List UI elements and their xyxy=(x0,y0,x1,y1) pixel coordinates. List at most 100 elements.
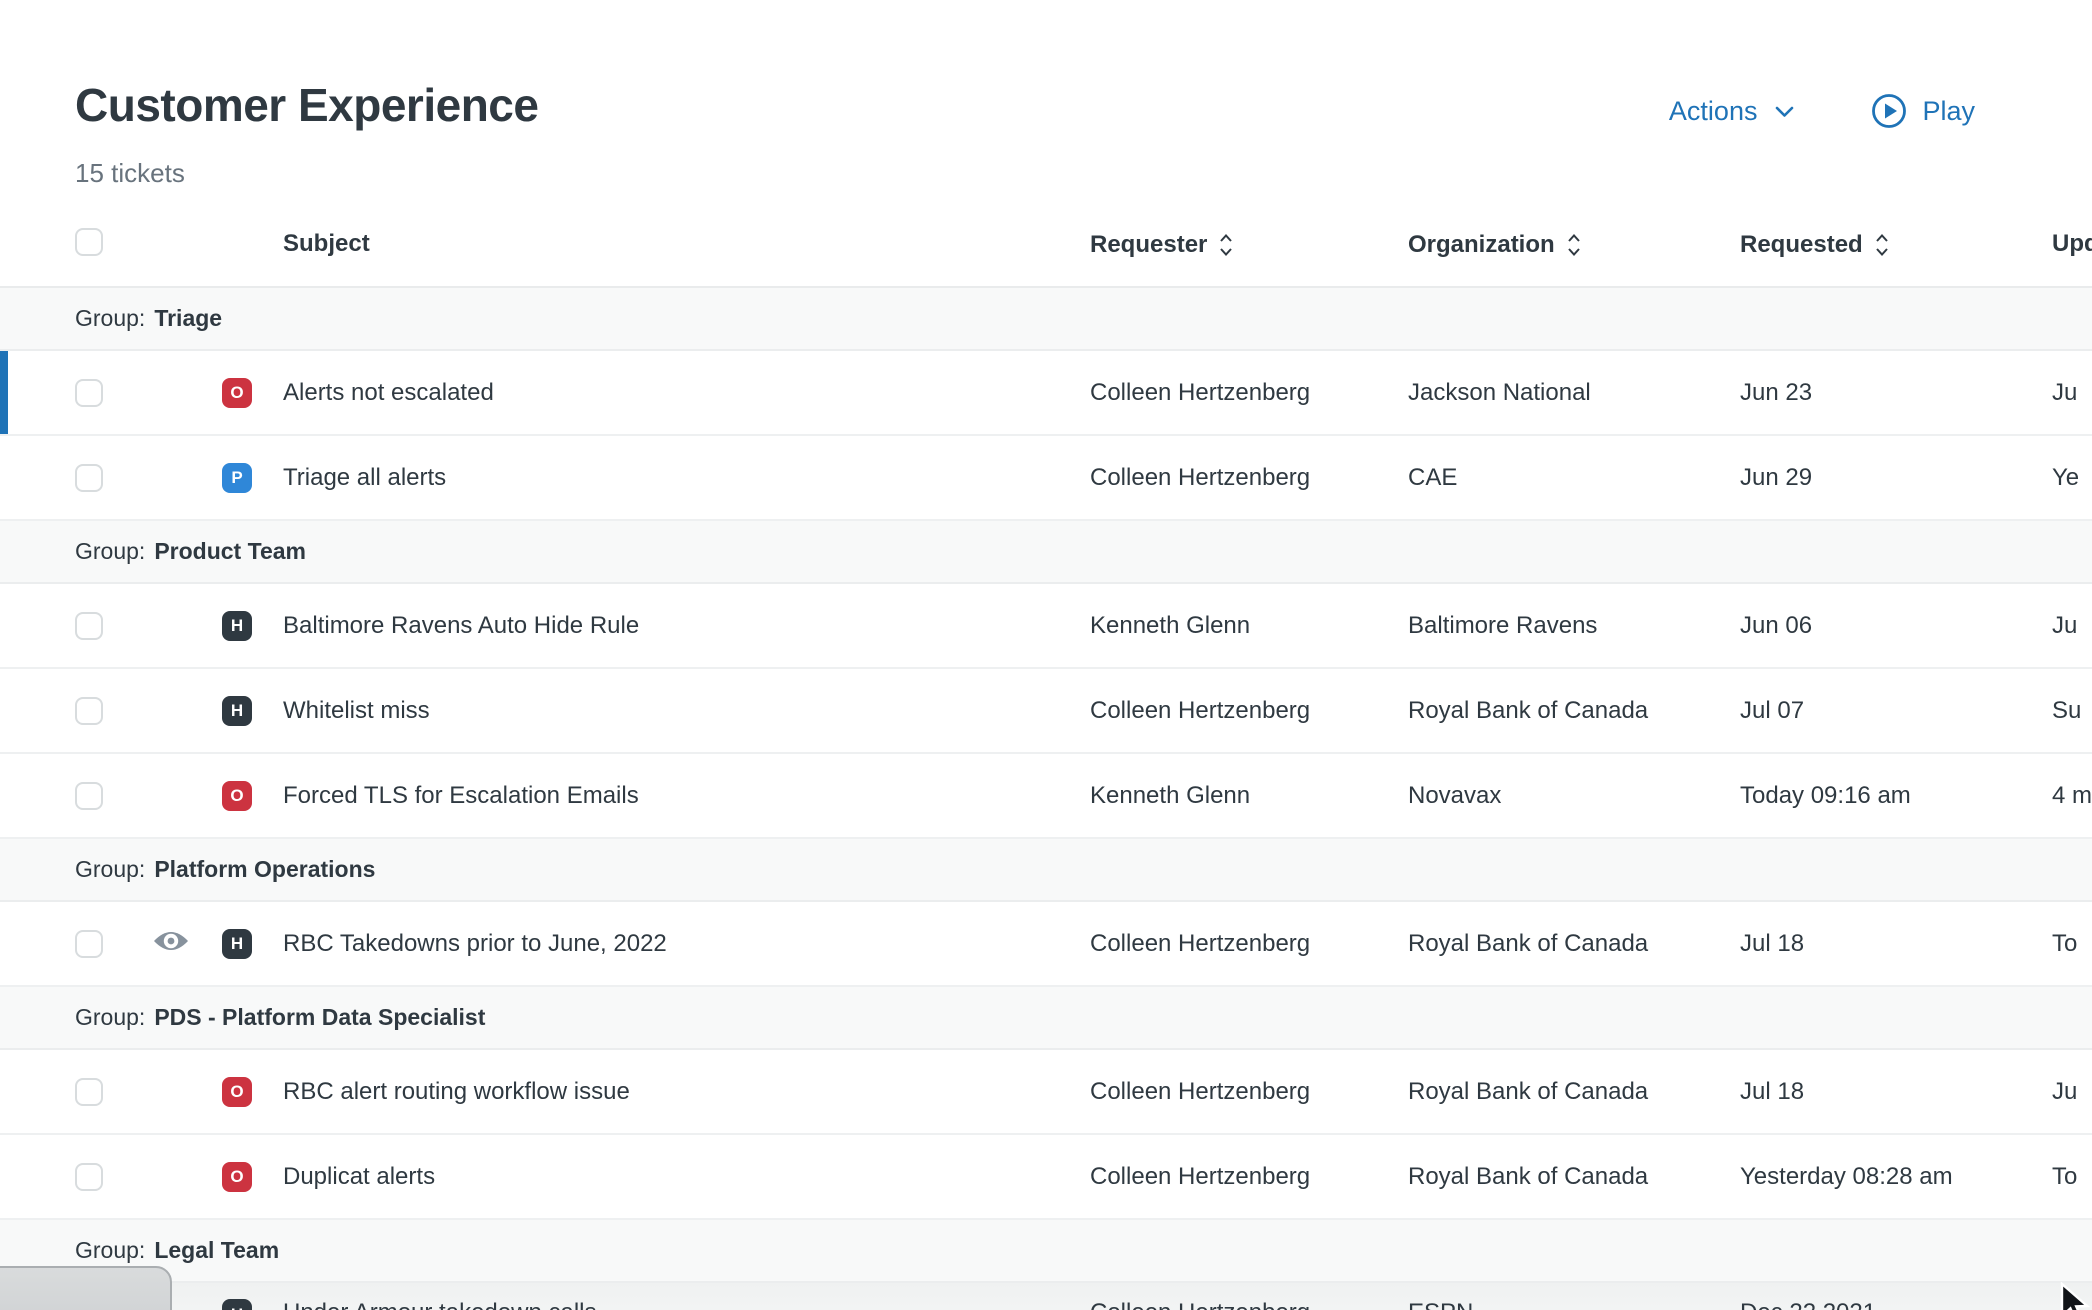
ticket-subject[interactable]: Baltimore Ravens Auto Hide Rule xyxy=(252,612,1090,640)
row-checkbox[interactable] xyxy=(75,1078,103,1106)
sort-icon xyxy=(1565,230,1583,260)
row-checkbox[interactable] xyxy=(75,612,103,640)
organization-cell: Royal Bank of Canada xyxy=(1408,930,1740,958)
organization-cell: ESPN xyxy=(1408,1299,1740,1310)
ticket-subject[interactable]: RBC Takedowns prior to June, 2022 xyxy=(252,930,1090,958)
requested-cell: Jun 29 xyxy=(1740,464,2052,492)
group-name: Product Team xyxy=(154,538,306,565)
play-button[interactable]: Play xyxy=(1870,92,1975,130)
group-row: Group: Triage xyxy=(0,288,2092,351)
ticket-row[interactable]: O RBC alert routing workflow issue Colle… xyxy=(0,1050,2092,1135)
requester-cell: Colleen Hertzenberg xyxy=(1090,1299,1408,1310)
group-row: Group: Product Team xyxy=(0,521,2092,584)
column-header-subject: Subject xyxy=(252,230,1090,258)
requested-cell: Jun 23 xyxy=(1740,379,2052,407)
ticket-subject[interactable]: Duplicat alerts xyxy=(252,1163,1090,1191)
requester-cell: Colleen Hertzenberg xyxy=(1090,697,1408,725)
ticket-row[interactable]: O Alerts not escalated Colleen Hertzenbe… xyxy=(0,351,2092,436)
requested-cell: Jul 18 xyxy=(1740,1078,2052,1106)
updated-cell: Ju xyxy=(2052,379,2092,407)
row-checkbox[interactable] xyxy=(75,697,103,725)
updated-cell: Ju xyxy=(2052,1078,2092,1106)
ticket-row[interactable]: O Duplicat alerts Colleen Hertzenberg Ro… xyxy=(0,1135,2092,1220)
sort-icon xyxy=(1873,230,1891,260)
requested-cell: Today 09:16 am xyxy=(1740,782,2052,810)
updated-cell: Ju xyxy=(2052,612,2092,640)
group-row: Group: Platform Operations xyxy=(0,839,2092,902)
requester-cell: Colleen Hertzenberg xyxy=(1090,1163,1408,1191)
ticket-row[interactable]: H Baltimore Ravens Auto Hide Rule Kennet… xyxy=(0,584,2092,669)
organization-cell: Jackson National xyxy=(1408,379,1740,407)
status-badge-open: O xyxy=(222,378,252,408)
organization-cell: Royal Bank of Canada xyxy=(1408,697,1740,725)
requested-cell: Yesterday 08:28 am xyxy=(1740,1163,2052,1191)
organization-cell: CAE xyxy=(1408,464,1740,492)
group-name: Platform Operations xyxy=(154,856,375,883)
column-header-organization[interactable]: Organization xyxy=(1408,230,1740,260)
ticket-row[interactable]: P Triage all alerts Colleen Hertzenberg … xyxy=(0,436,2092,521)
updated-cell: Ye xyxy=(2052,464,2092,492)
group-name: Legal Team xyxy=(154,1237,279,1264)
requester-cell: Colleen Hertzenberg xyxy=(1090,930,1408,958)
ticket-subject[interactable]: Whitelist miss xyxy=(252,697,1090,725)
status-badge-hold: H xyxy=(222,1299,252,1310)
requester-cell: Colleen Hertzenberg xyxy=(1090,379,1408,407)
eye-icon xyxy=(152,928,190,959)
requested-cell: Dec 22 2021 xyxy=(1740,1299,2052,1310)
requested-cell: Jul 07 xyxy=(1740,697,2052,725)
status-badge-hold: H xyxy=(222,929,252,959)
status-badge-hold: H xyxy=(222,611,252,641)
column-header-updated[interactable]: Updated xyxy=(2052,230,2092,258)
status-badge-pending: P xyxy=(222,463,252,493)
organization-cell: Royal Bank of Canada xyxy=(1408,1078,1740,1106)
play-label: Play xyxy=(1922,96,1975,127)
row-checkbox[interactable] xyxy=(75,1163,103,1191)
row-checkbox[interactable] xyxy=(75,782,103,810)
row-checkbox[interactable] xyxy=(75,379,103,407)
status-badge-open: O xyxy=(222,1162,252,1192)
sort-icon xyxy=(1217,230,1235,260)
group-name: PDS - Platform Data Specialist xyxy=(154,1004,485,1031)
ticket-row[interactable]: H RBC Takedowns prior to June, 2022 Coll… xyxy=(0,902,2092,987)
organization-cell: Novavax xyxy=(1408,782,1740,810)
ticket-row[interactable]: H Under Armour takedown calls Colleen He… xyxy=(0,1283,2092,1310)
updated-cell: To xyxy=(2052,930,2092,958)
select-all-checkbox[interactable] xyxy=(75,228,103,256)
organization-cell: Royal Bank of Canada xyxy=(1408,1163,1740,1191)
ticket-row[interactable]: H Whitelist miss Colleen Hertzenberg Roy… xyxy=(0,669,2092,754)
play-icon xyxy=(1870,92,1908,130)
ticket-subject[interactable]: Triage all alerts xyxy=(252,464,1090,492)
group-row: Group: PDS - Platform Data Specialist xyxy=(0,987,2092,1050)
ticket-subject[interactable]: Under Armour takedown calls xyxy=(252,1299,1090,1310)
organization-cell: Baltimore Ravens xyxy=(1408,612,1740,640)
requested-cell: Jul 18 xyxy=(1740,930,2052,958)
requester-cell: Colleen Hertzenberg xyxy=(1090,1078,1408,1106)
mouse-cursor xyxy=(2056,1282,2092,1310)
status-badge-open: O xyxy=(222,1077,252,1107)
view-header: Customer Experience 15 tickets Actions P… xyxy=(0,0,2092,216)
ticket-table: Subject Requester Organization Requested… xyxy=(0,216,2092,1310)
column-header-requested[interactable]: Requested xyxy=(1740,230,2052,260)
ticket-count: 15 tickets xyxy=(75,158,1977,189)
updated-cell: Su xyxy=(2052,697,2092,725)
ticket-subject[interactable]: RBC alert routing workflow issue xyxy=(252,1078,1090,1106)
corner-overlay-panel xyxy=(0,1266,172,1310)
requester-cell: Kenneth Glenn xyxy=(1090,612,1408,640)
status-badge-open: O xyxy=(222,781,252,811)
actions-label: Actions xyxy=(1669,96,1758,127)
row-checkbox[interactable] xyxy=(75,464,103,492)
actions-button[interactable]: Actions xyxy=(1669,96,1799,127)
ticket-subject[interactable]: Forced TLS for Escalation Emails xyxy=(252,782,1090,810)
updated-cell: 4 m xyxy=(2052,782,2092,810)
group-name: Triage xyxy=(154,305,222,332)
table-header-row: Subject Requester Organization Requested… xyxy=(0,216,2092,288)
requester-cell: Kenneth Glenn xyxy=(1090,782,1408,810)
chevron-down-icon xyxy=(1771,98,1798,125)
ticket-row[interactable]: O Forced TLS for Escalation Emails Kenne… xyxy=(0,754,2092,839)
row-checkbox[interactable] xyxy=(75,930,103,958)
updated-cell: To xyxy=(2052,1163,2092,1191)
requested-cell: Jun 06 xyxy=(1740,612,2052,640)
column-header-requester[interactable]: Requester xyxy=(1090,230,1408,260)
ticket-subject[interactable]: Alerts not escalated xyxy=(252,379,1090,407)
requester-cell: Colleen Hertzenberg xyxy=(1090,464,1408,492)
